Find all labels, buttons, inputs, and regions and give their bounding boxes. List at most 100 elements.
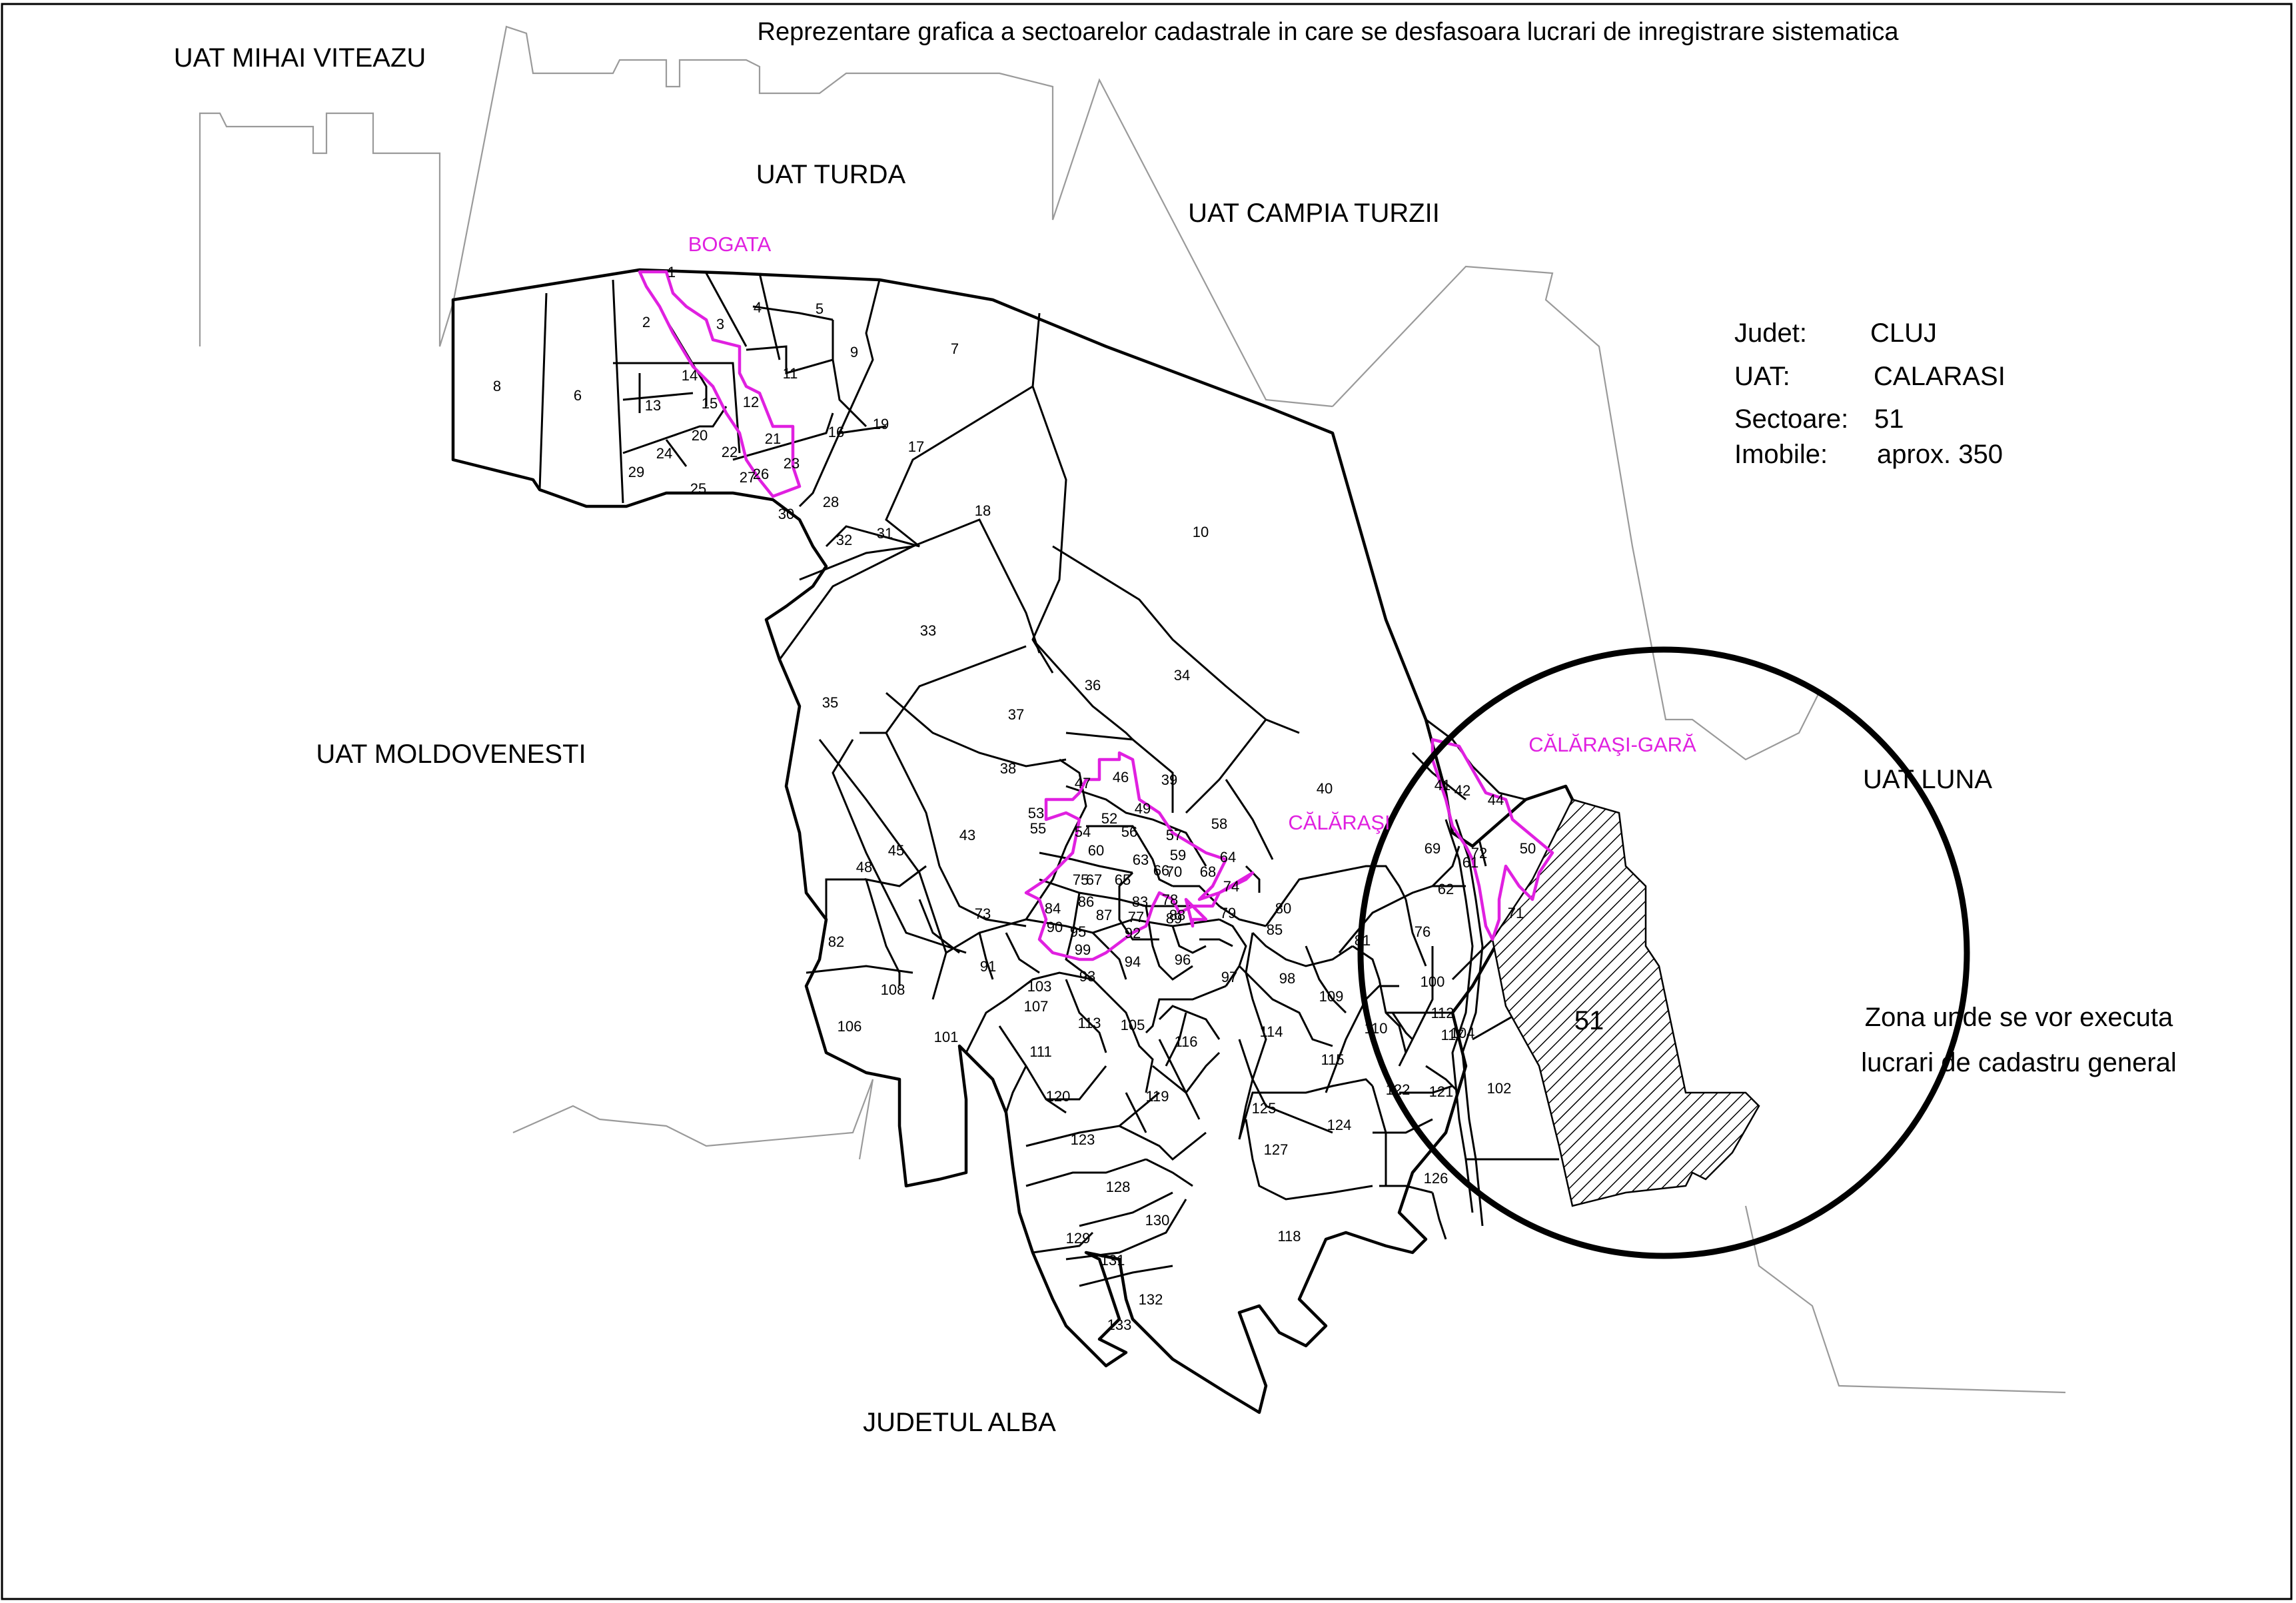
sector-label: 63 (1133, 851, 1149, 868)
sector-label: 29 (628, 464, 644, 480)
sector-label: 62 (1438, 881, 1454, 897)
info-uat-label: UAT: (1734, 362, 1790, 391)
sector-label: 19 (873, 416, 889, 432)
sector-label: 82 (828, 933, 844, 950)
sector-label: 13 (645, 397, 661, 414)
sector-label: 103 (1027, 978, 1052, 995)
sector-label: 32 (836, 532, 852, 548)
sector-label: 56 (1121, 823, 1137, 840)
sector-label: 89 (1166, 910, 1182, 927)
sector-label: 74 (1223, 878, 1239, 895)
sector-label: 21 (765, 430, 781, 447)
sector-label: 35 (822, 694, 838, 711)
sector-label: 85 (1267, 921, 1283, 938)
sector-label: 122 (1386, 1081, 1411, 1098)
sector-label: 94 (1125, 953, 1141, 970)
sector-label: 102 (1487, 1080, 1512, 1097)
locality-label-calarasi-gara: CĂLĂRAŞI-GARĂ (1528, 733, 1696, 756)
sector-label: 97 (1221, 969, 1237, 985)
sector-label: 39 (1161, 772, 1177, 788)
sector-label: 3 (716, 316, 724, 332)
sector-label: 119 (1145, 1088, 1169, 1105)
sector-label: 80 (1275, 900, 1291, 917)
sector-label: 126 (1424, 1170, 1448, 1187)
sector-label: 111 (1029, 1043, 1051, 1060)
sector-label: 1 (668, 264, 676, 280)
sector-label: 7 (951, 340, 959, 357)
sector-label: 6 (574, 387, 582, 404)
info-sectoare-label: Sectoare: (1734, 404, 1848, 434)
sector-label: 43 (959, 827, 975, 843)
sector-label: 84 (1045, 900, 1061, 917)
info-uat-value: CALARASI (1874, 362, 2006, 391)
sector-label: 45 (888, 842, 904, 859)
sector-label: 49 (1135, 800, 1151, 817)
sector-label: 132 (1139, 1291, 1163, 1308)
sector-label: 95 (1070, 923, 1086, 940)
sector-label: 130 (1145, 1212, 1170, 1229)
zone-text-line2: lucrari de cadastru general (1861, 1048, 2177, 1077)
sector-label: 129 (1066, 1230, 1091, 1247)
sector-label: 12 (743, 394, 759, 410)
sector-label: 77 (1128, 909, 1144, 925)
sector-label: 114 (1259, 1023, 1283, 1040)
sector-label: 75 (1073, 871, 1089, 888)
map-title: Reprezentare grafica a sectoarelor cadas… (758, 18, 1900, 46)
sector-label: 81 (1355, 932, 1371, 949)
sector-label: 24 (656, 445, 672, 462)
sector-label: 120 (1046, 1088, 1071, 1105)
uat-label-mihai-viteazu: UAT MIHAI VITEAZU (174, 43, 426, 73)
sector-label: 101 (934, 1029, 959, 1045)
sector-label: 47 (1075, 775, 1091, 792)
sector-label: 69 (1425, 840, 1440, 857)
sector-label: 116 (1174, 1033, 1197, 1050)
sector-label: 106 (838, 1018, 862, 1035)
sector-label: 53 (1028, 805, 1044, 821)
sector-label: 73 (975, 905, 991, 922)
zone-text-line1: Zona unde se vor executa (1865, 1003, 2173, 1032)
sector-label: 65 (1115, 871, 1131, 888)
sector-label: 72 (1471, 845, 1487, 861)
info-block: Judet: CLUJ UAT: CALARASI Sectoare: 51 I… (1734, 318, 2006, 469)
sector-label: 59 (1170, 847, 1186, 863)
sector-label: 79 (1220, 905, 1236, 921)
sector-label: 40 (1317, 780, 1333, 797)
sector-label: 107 (1024, 998, 1049, 1015)
sector-label: 36 (1085, 677, 1101, 694)
sector-label: 64 (1220, 849, 1236, 865)
sector-label: 22 (722, 444, 738, 460)
sector-label: 83 (1132, 893, 1148, 910)
sector-label: 37 (1008, 706, 1024, 723)
sector-label: 98 (1279, 970, 1295, 987)
info-judet-value: CLUJ (1870, 318, 1937, 348)
sector-51-hatched (1491, 798, 1760, 1207)
sector-label: 17 (908, 438, 924, 455)
sector-label: 18 (975, 502, 991, 519)
sector-outlines (451, 268, 1574, 1414)
sector-label: 15 (702, 395, 718, 412)
sector-label: 48 (856, 859, 872, 875)
uat-label-turda: UAT TURDA (756, 160, 906, 189)
sector-label: 128 (1106, 1179, 1131, 1195)
sector-label: 133 (1107, 1317, 1132, 1333)
sector-label: 2 (642, 314, 650, 330)
sector-label: 27 (740, 469, 756, 486)
sector-label: 105 (1121, 1017, 1145, 1033)
sector-label: 31 (877, 525, 893, 542)
sector-label: 14 (682, 367, 698, 384)
sector-label: 38 (1000, 760, 1016, 777)
sector-label: 100 (1421, 973, 1445, 990)
uat-label-luna: UAT LUNA (1863, 765, 1992, 794)
sector-label: 34 (1174, 667, 1190, 684)
sector-label: 121 (1429, 1083, 1454, 1100)
sector-label: 54 (1075, 823, 1091, 840)
sector-label: 9 (850, 344, 858, 360)
sector-label: 57 (1166, 827, 1182, 843)
sector-label: 8 (493, 378, 501, 394)
sector-label-51: 51 (1574, 1006, 1604, 1035)
sector-label: 99 (1075, 941, 1091, 958)
sector-label: 113 (1077, 1015, 1101, 1031)
sector-label: 115 (1321, 1051, 1344, 1068)
sector-label: 124 (1327, 1117, 1352, 1133)
sector-label: 109 (1319, 988, 1344, 1005)
